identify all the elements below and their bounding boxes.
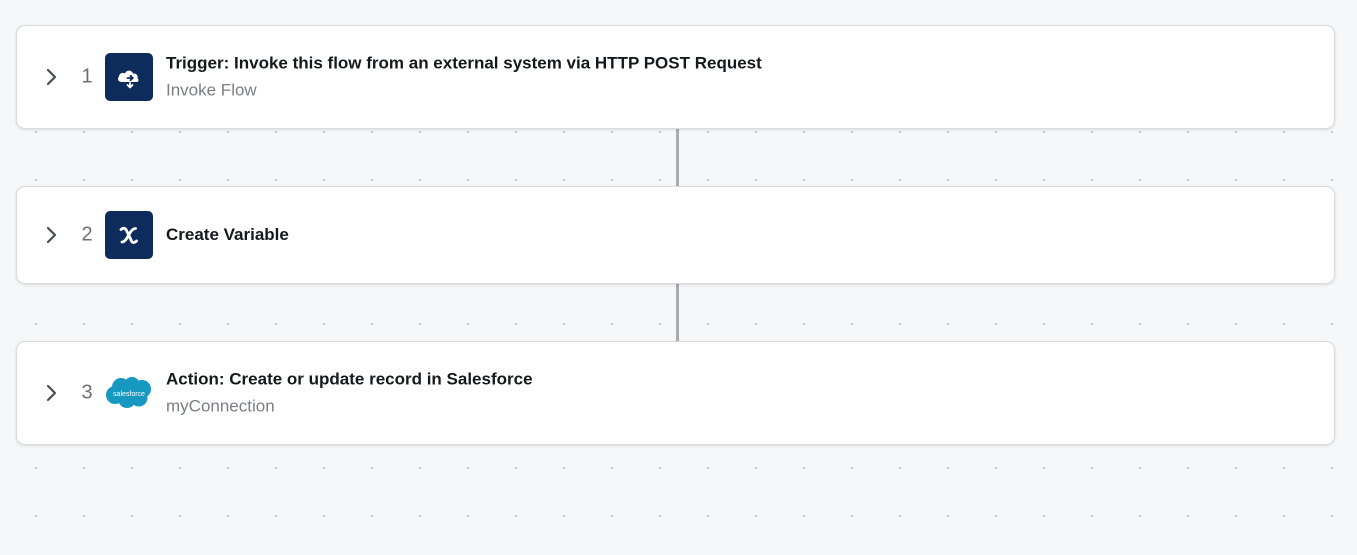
step-text: Trigger: Invoke this flow from an extern…	[166, 53, 762, 102]
step-card-trigger[interactable]: 1 Trigger: Invoke this flow from an exte…	[16, 25, 1335, 129]
chevron-right-icon[interactable]	[45, 68, 59, 86]
step-card-create-variable[interactable]: 2 Create Variable	[16, 186, 1335, 284]
step-card-salesforce-action[interactable]: 3 salesforce Action: Create or update re…	[16, 341, 1335, 445]
step-text: Action: Create or update record in Sales…	[166, 369, 533, 418]
chevron-right-icon[interactable]	[45, 226, 59, 244]
step-number: 2	[81, 223, 93, 246]
step-subtitle: Invoke Flow	[166, 80, 257, 100]
salesforce-icon: salesforce	[105, 369, 153, 417]
connector-1-2	[676, 128, 679, 186]
connector-2-3	[676, 283, 679, 341]
salesforce-logo-text: salesforce	[113, 391, 145, 398]
step-text: Create Variable	[166, 224, 289, 246]
step-number: 1	[81, 65, 93, 88]
chevron-right-icon[interactable]	[45, 384, 59, 402]
step-title: Trigger: Invoke this flow from an extern…	[166, 53, 762, 73]
step-subtitle: myConnection	[166, 396, 275, 416]
variable-x-icon	[105, 211, 153, 259]
cloud-invoke-icon	[105, 53, 153, 101]
step-number: 3	[81, 381, 93, 404]
step-title: Create Variable	[166, 225, 289, 244]
flow-canvas: 1 Trigger: Invoke this flow from an exte…	[0, 0, 1357, 555]
step-title: Action: Create or update record in Sales…	[166, 369, 533, 389]
